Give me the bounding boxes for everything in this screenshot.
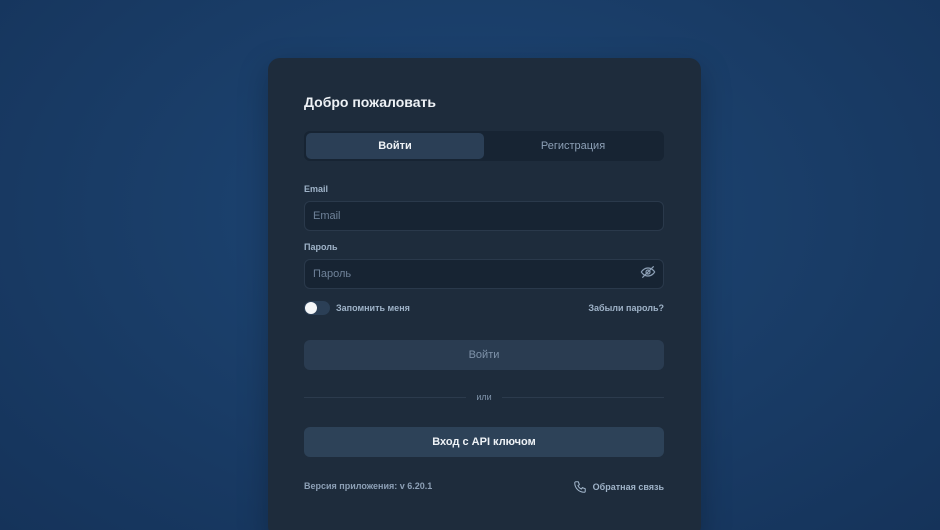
card-title: Добро пожаловать	[304, 94, 436, 110]
remember-toggle[interactable]	[304, 301, 330, 315]
divider-text: или	[466, 392, 502, 402]
email-field[interactable]	[304, 201, 664, 231]
auth-tabs: Войти Регистрация	[304, 131, 664, 161]
phone-icon	[573, 481, 586, 493]
toggle-knob	[305, 302, 317, 314]
login-button[interactable]: Войти	[304, 340, 664, 370]
feedback-label: Обратная связь	[592, 482, 664, 492]
remember-label: Запомнить меня	[336, 303, 410, 313]
tab-login[interactable]: Войти	[306, 133, 484, 159]
password-field[interactable]	[304, 259, 664, 289]
password-label: Пароль	[304, 242, 338, 252]
api-key-login-button[interactable]: Вход с API ключом	[304, 427, 664, 457]
forgot-password-link[interactable]: Забыли пароль?	[588, 303, 664, 313]
feedback-link[interactable]: Обратная связь	[573, 480, 664, 494]
app-version: Версия приложения: v 6.20.1	[304, 481, 433, 491]
tab-register[interactable]: Регистрация	[484, 133, 662, 159]
eye-off-icon[interactable]	[640, 264, 656, 280]
email-label: Email	[304, 184, 329, 194]
login-card: Добро пожаловать Войти Регистрация Email…	[268, 58, 701, 530]
